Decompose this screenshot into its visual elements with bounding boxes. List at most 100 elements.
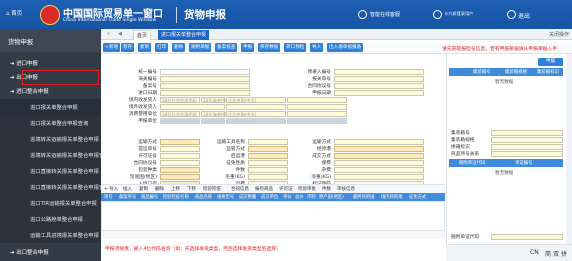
goods-table-body[interactable]	[101, 201, 445, 231]
customs-no-field[interactable]	[160, 76, 250, 82]
record-check-button[interactable]: 备案核查	[215, 43, 238, 52]
deal-mode-select[interactable]	[334, 153, 424, 159]
home-link[interactable]: ⌂ 首页	[6, 9, 22, 17]
pre-check-button[interactable]: 转口预检	[284, 43, 307, 52]
tab-home[interactable]: 首页	[133, 30, 152, 40]
gross-weight-field[interactable]	[248, 174, 288, 180]
attachments-button[interactable]: 随附单据	[189, 43, 212, 52]
copy-button[interactable]: 复制	[138, 43, 152, 52]
inspect-goods-button[interactable]: 报检商品	[255, 186, 273, 192]
tab-prev-icon[interactable]: «	[104, 30, 113, 40]
logout-link[interactable]: 退出	[518, 11, 530, 20]
power-icon[interactable]	[507, 10, 516, 19]
sidebar-item[interactable]: 进口报关单整合申报查询	[0, 115, 101, 131]
pre-entry-no-field[interactable]	[334, 69, 424, 75]
unified-no-field[interactable]	[160, 69, 250, 75]
contract-agreement-field[interactable]	[334, 83, 424, 89]
license-no-field[interactable]	[160, 153, 200, 159]
inspection-approval-button[interactable]: 检验审批	[298, 186, 316, 192]
net-weight-field[interactable]	[334, 174, 424, 180]
declaration-no-field[interactable]	[334, 76, 424, 82]
pieces-button[interactable]: 件数	[322, 186, 331, 192]
ime-double[interactable]: 双	[553, 249, 559, 258]
rp-goods-relation-field[interactable]	[491, 151, 563, 157]
sidebar-item[interactable]: 进口TIR运输报关单整合申报	[0, 195, 101, 211]
entry-exit-docs-button[interactable]: 出入境单据报备	[327, 43, 364, 52]
license-button[interactable]: 许可证	[279, 186, 293, 192]
goods-up-button[interactable]: 上移	[171, 186, 180, 192]
transport-mode-2-field[interactable]	[334, 139, 424, 145]
bill-no-field[interactable]	[160, 146, 200, 152]
inspection-button[interactable]: 检验检疫	[203, 186, 221, 192]
declare-button[interactable]: 申报	[241, 43, 255, 52]
sidebar-item-import-declaration[interactable]: 进口报关单整合申报	[0, 99, 101, 115]
save-data-button[interactable]: 保存数据	[258, 43, 281, 52]
chat-icon[interactable]	[358, 10, 367, 19]
consignee-name-field[interactable]: 企业名称(中文)	[226, 97, 286, 103]
departure-port-select[interactable]	[248, 153, 288, 159]
ime-pinyin[interactable]: 拼	[561, 249, 567, 258]
pieces-field[interactable]	[248, 167, 288, 173]
tab-back-icon[interactable]: ◀	[115, 30, 125, 40]
sidebar-group-import-integrated[interactable]: ➜ 进口整合申报	[10, 87, 49, 95]
delete-button[interactable]: 删除	[172, 43, 186, 52]
consumer-name-field[interactable]: 企业名称(中文)	[226, 111, 286, 117]
misc-fee-field[interactable]	[334, 167, 424, 173]
smart-service-link[interactable]: 智能在线客服	[370, 11, 400, 18]
consignor-name-field[interactable]	[226, 104, 286, 110]
consumer-extra-field[interactable]	[287, 111, 347, 117]
stop-port-select[interactable]	[334, 146, 424, 152]
declarant-credit-field[interactable]	[160, 118, 200, 124]
consignee-credit-field[interactable]: 18位社会信用代码	[160, 97, 200, 103]
sidebar-item[interactable]: 进境转关运输报关单整合申报	[0, 131, 101, 147]
consumer-code-field[interactable]: 10位海关代码	[201, 111, 229, 117]
goods-down-button[interactable]: 下移	[187, 186, 196, 192]
rp-container-no-field[interactable]	[491, 130, 563, 136]
rp-container-spec-field[interactable]	[491, 137, 563, 143]
scrollbar[interactable]	[566, 54, 572, 244]
tab-import-declaration[interactable]: 进口报关单整合申报	[158, 30, 210, 40]
consignor-extra-field[interactable]	[287, 104, 347, 110]
sidebar-item[interactable]: 进口公路舱单整合申报	[0, 211, 101, 227]
package-type-select[interactable]	[160, 167, 200, 173]
rp-lcl-flag-field[interactable]	[491, 144, 563, 150]
consignor-field[interactable]	[160, 104, 225, 110]
transport-mode-select[interactable]	[160, 139, 200, 145]
declare-side-button[interactable]: 申报	[538, 58, 563, 66]
vehicle-name-field[interactable]	[248, 139, 288, 145]
new-button[interactable]: +新增	[103, 43, 121, 52]
sidebar-item[interactable]: 进境转关运输报关单整合申报查询	[0, 147, 109, 163]
goods-insert-button[interactable]: 插入	[123, 186, 132, 192]
levy-nature-select[interactable]	[248, 160, 288, 166]
insurance-field[interactable]	[334, 160, 424, 166]
consignee-code-field[interactable]: 10位海关代码	[201, 97, 229, 103]
print-button[interactable]: 打印	[155, 43, 169, 52]
declarant-code-field[interactable]	[201, 118, 225, 124]
import-button[interactable]: 导入	[310, 43, 324, 52]
declarant-extra-field[interactable]	[287, 118, 347, 124]
ime-lang[interactable]: CN	[530, 249, 539, 256]
close-operations-menu[interactable]: 关闭操作	[549, 31, 569, 38]
sidebar-group-export-integrated[interactable]: ➜ 出口整合申报	[10, 248, 49, 256]
sidebar-item[interactable]: 进口直接转关报关单整合申报	[0, 163, 101, 179]
supervision-mode-select[interactable]	[248, 146, 288, 152]
doc-code-field[interactable]	[491, 234, 563, 240]
consumer-credit-field[interactable]: 18位社会信用代码	[160, 111, 200, 117]
contract-info-button[interactable]: 合同信息	[231, 186, 249, 192]
goods-delete-button[interactable]: 删除	[155, 186, 164, 192]
sidebar-item[interactable]: 运输工具进境报关单整合申报	[0, 227, 101, 243]
contract-no-field[interactable]	[160, 160, 200, 166]
goods-import-button[interactable]: + 导入	[104, 186, 118, 192]
import-date-field[interactable]	[160, 90, 250, 96]
trade-country-select[interactable]	[160, 174, 200, 180]
consignee-extra-field[interactable]	[287, 97, 347, 103]
declarant-name-field[interactable]	[226, 118, 286, 124]
sidebar-item[interactable]: 进口直接转关报关单整合申报查询	[0, 179, 109, 195]
declare-date-field[interactable]	[334, 90, 424, 96]
audit-info-button[interactable]: 审核信息	[337, 186, 355, 192]
ime-simplified[interactable]: 简	[545, 249, 551, 258]
goods-copy-button[interactable]: 复制	[139, 186, 148, 192]
sidebar-group-import[interactable]: ➜ 进口申报	[10, 59, 38, 67]
save-draft-button[interactable]: 暂存	[121, 43, 135, 52]
record-no-field[interactable]	[160, 83, 250, 89]
